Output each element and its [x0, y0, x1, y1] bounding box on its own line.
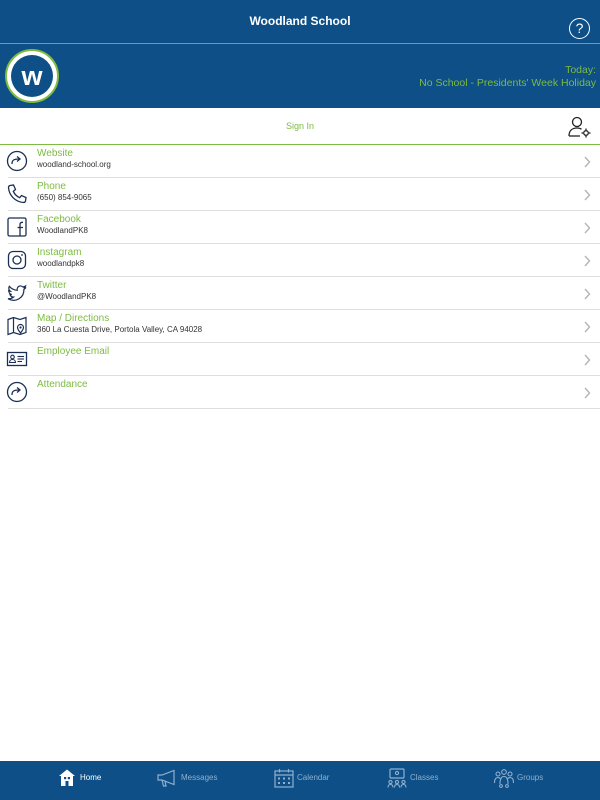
chevron-right-icon — [584, 321, 591, 333]
link-arrow-icon — [6, 381, 28, 403]
school-logo-letter: w — [11, 55, 53, 97]
map-icon — [7, 316, 27, 336]
list-item-map-directions[interactable]: Map / Directions 360 La Cuesta Drive, Po… — [0, 310, 600, 343]
today-status: Today: No School - Presidents' Week Holi… — [419, 64, 596, 90]
list-item-label: Map / Directions — [37, 313, 110, 324]
tab-label: Messages — [181, 773, 218, 782]
divider — [8, 408, 600, 409]
id-card-icon — [6, 351, 28, 367]
sign-in-bar: Sign In — [0, 108, 600, 145]
tab-classes[interactable]: Classes — [386, 761, 440, 800]
list-item-twitter[interactable]: Twitter @WoodlandPK8 — [0, 277, 600, 310]
list-item-detail: 360 La Cuesta Drive, Portola Valley, CA … — [37, 325, 203, 334]
chevron-right-icon — [584, 255, 591, 267]
app-title: Woodland School — [249, 14, 351, 28]
school-logo: w — [5, 49, 59, 103]
list-item-label: Twitter — [37, 280, 67, 291]
today-label: Today: — [565, 64, 596, 76]
facebook-icon — [7, 217, 27, 237]
twitter-icon — [7, 284, 27, 301]
home-icon — [59, 769, 75, 786]
link-arrow-icon — [6, 150, 28, 172]
help-icon: ? — [575, 20, 584, 36]
tab-bar: Home Messages Calendar Classes Groups — [0, 761, 600, 800]
help-button[interactable]: ? — [569, 18, 590, 39]
instagram-icon — [7, 250, 27, 270]
tab-messages[interactable]: Messages — [156, 761, 222, 800]
tab-label: Home — [80, 773, 102, 782]
chevron-right-icon — [584, 156, 591, 168]
tab-home[interactable]: Home — [54, 761, 114, 800]
list-item-label: Facebook — [37, 214, 81, 225]
sign-in-link[interactable]: Sign In — [0, 121, 600, 131]
calendar-icon — [274, 769, 294, 788]
tab-calendar[interactable]: Calendar — [273, 761, 333, 800]
chevron-right-icon — [584, 387, 591, 399]
megaphone-icon — [157, 769, 175, 787]
list-item-attendance[interactable]: Attendance — [0, 376, 600, 409]
school-banner: w Today: No School - Presidents' Week Ho… — [0, 43, 600, 108]
phone-icon — [7, 184, 27, 204]
tab-label: Classes — [410, 773, 439, 782]
list-item-detail: woodlandpk8 — [37, 259, 85, 268]
classes-icon — [387, 768, 407, 788]
user-settings-icon[interactable] — [567, 116, 591, 138]
list-item-label: Attendance — [37, 379, 88, 390]
list-item-label: Instagram — [37, 247, 82, 258]
chevron-right-icon — [584, 189, 591, 201]
tab-groups[interactable]: Groups — [493, 761, 549, 800]
tab-label: Groups — [517, 773, 544, 782]
groups-icon — [493, 769, 515, 788]
list-item-facebook[interactable]: Facebook WoodlandPK8 — [0, 211, 600, 244]
tab-label: Calendar — [297, 773, 330, 782]
chevron-right-icon — [584, 222, 591, 234]
list-item-label: Website — [37, 148, 73, 159]
chevron-right-icon — [584, 288, 591, 300]
today-text: No School - Presidents' Week Holiday — [419, 77, 596, 89]
list-item-instagram[interactable]: Instagram woodlandpk8 — [0, 244, 600, 277]
list-item-phone[interactable]: Phone (650) 854-9065 — [0, 178, 600, 211]
list-item-label: Employee Email — [37, 346, 110, 357]
list-item-detail: woodland-school.org — [37, 160, 111, 169]
list-item-employee-email[interactable]: Employee Email — [0, 343, 600, 376]
list-item-website[interactable]: Website woodland-school.org — [0, 145, 600, 178]
list-item-detail: (650) 854-9065 — [37, 193, 92, 202]
title-bar: Woodland School ? — [0, 0, 600, 43]
chevron-right-icon — [584, 354, 591, 366]
list-item-detail: WoodlandPK8 — [37, 226, 88, 235]
list-item-detail: @WoodlandPK8 — [37, 292, 97, 301]
list-item-label: Phone — [37, 181, 66, 192]
